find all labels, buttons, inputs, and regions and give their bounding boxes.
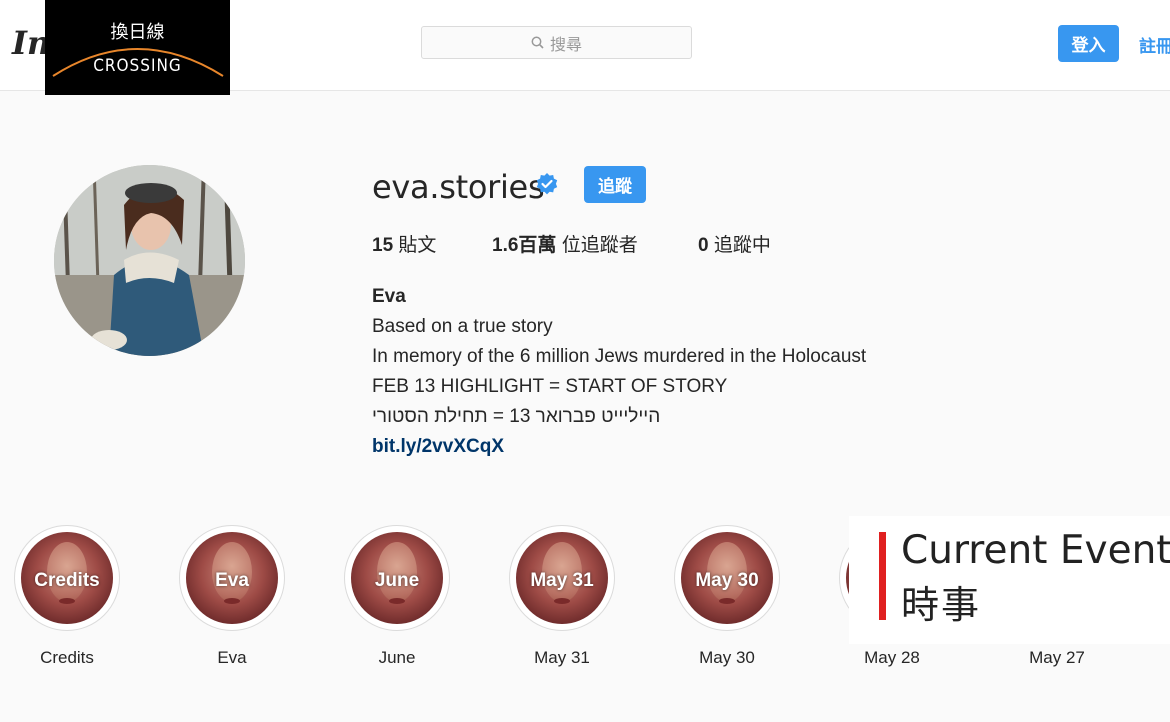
profile-bio: Eva Based on a true story In memory of t…	[372, 282, 866, 462]
highlight-ring: Credits	[14, 525, 120, 631]
highlight-mouth	[389, 598, 405, 604]
story-highlight-eva[interactable]: Eva Eva	[178, 525, 286, 668]
watermark-english-text: CROSSING	[93, 56, 182, 76]
highlight-cover-text: May 31	[530, 570, 594, 591]
highlight-cover: Credits	[21, 532, 113, 624]
following-count[interactable]: 0 追蹤中	[698, 230, 771, 257]
login-button[interactable]: 登入	[1058, 25, 1119, 62]
followers-count[interactable]: 1.6百萬 位追蹤者	[492, 230, 638, 257]
highlight-mouth	[554, 598, 570, 604]
story-highlight-june[interactable]: June June	[343, 525, 451, 668]
following-count-value: 0	[698, 235, 709, 256]
followers-count-label: 位追蹤者	[561, 235, 638, 256]
highlight-cover-text: May 30	[695, 570, 759, 591]
highlight-label: June	[378, 648, 416, 667]
highlight-label: May 31	[534, 648, 590, 667]
signup-link[interactable]: 註冊	[1139, 32, 1170, 57]
highlight-cover-text: Eva	[215, 570, 249, 591]
highlight-mouth	[224, 598, 240, 604]
highlight-cover: May 30	[681, 532, 773, 624]
highlight-label: May 30	[699, 648, 755, 667]
following-count-label: 追蹤中	[713, 235, 771, 256]
profile-avatar[interactable]	[54, 165, 245, 356]
highlight-mouth	[719, 598, 735, 604]
watermark-arc	[52, 48, 224, 77]
search-icon	[531, 36, 544, 49]
crossing-watermark-logo: 換日線 CROSSING	[45, 0, 230, 95]
verified-badge-icon	[536, 173, 558, 195]
posts-count-value: 15	[372, 235, 394, 256]
highlight-label: Eva	[217, 648, 247, 667]
story-highlight-credits[interactable]: Credits Credits	[13, 525, 121, 668]
highlight-cover: June	[351, 532, 443, 624]
overlay-title-chinese: 時事	[901, 583, 982, 627]
posts-count-label: 貼文	[398, 235, 437, 256]
highlight-ring: May 31	[509, 525, 615, 631]
current-event-overlay: Current Event 時事	[849, 516, 1170, 644]
highlight-cover-text: Credits	[34, 570, 100, 591]
story-highlight-may-30[interactable]: May 30 May 30	[673, 525, 781, 668]
bio-line: Based on a true story	[372, 316, 553, 337]
overlay-red-bar	[879, 532, 886, 620]
bio-line: FEB 13 HIGHLIGHT = START OF STORY	[372, 376, 728, 397]
highlight-ring: June	[344, 525, 450, 631]
overlay-title-english: Current Event	[901, 528, 1170, 573]
avatar-photo	[54, 165, 245, 356]
followers-count-value: 1.6百萬	[492, 235, 557, 256]
highlight-label: May 28	[864, 648, 920, 667]
highlight-mouth	[59, 598, 75, 604]
follow-button[interactable]: 追蹤	[584, 166, 646, 203]
highlight-label: May 27	[1029, 648, 1085, 667]
posts-count: 15 貼文	[372, 230, 436, 257]
bio-link[interactable]: bit.ly/2vvXCqX	[372, 432, 866, 462]
profile-username: eva.stories	[372, 168, 545, 206]
highlight-cover-text: June	[374, 570, 420, 591]
bio-line: In memory of the 6 million Jews murdered…	[372, 346, 867, 367]
story-highlight-may-31[interactable]: May 31 May 31	[508, 525, 616, 668]
bio-line-hebrew: הייליייט פברואר 13 = תחילת הסטורי	[372, 406, 661, 427]
highlight-ring: Eva	[179, 525, 285, 631]
highlight-ring: May 30	[674, 525, 780, 631]
highlight-label: Credits	[40, 648, 94, 667]
search-placeholder: 搜尋	[549, 36, 582, 54]
highlight-cover: May 31	[516, 532, 608, 624]
bio-name: Eva	[372, 286, 406, 307]
highlight-cover: Eva	[186, 532, 278, 624]
search-input[interactable]: 搜尋	[421, 26, 692, 59]
